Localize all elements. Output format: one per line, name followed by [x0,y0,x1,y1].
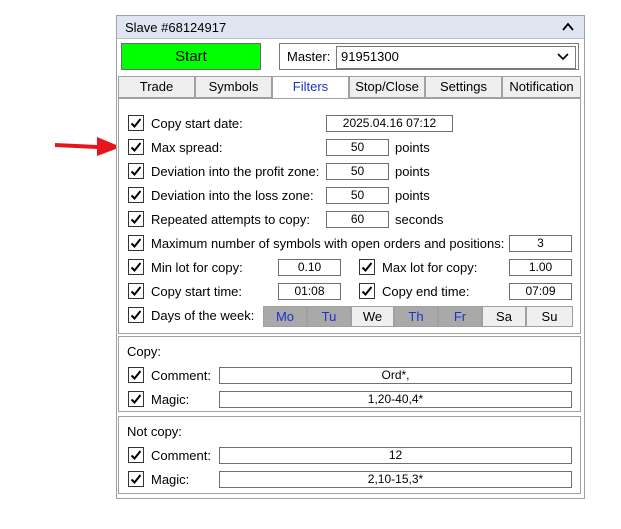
not-copy-header: Not copy: [127,424,182,439]
repeated-attempts-unit: seconds [395,212,444,227]
tab-symbols[interactable]: Symbols [195,76,272,98]
repeated-attempts-label: Repeated attempts to copy: [151,212,310,227]
copy-start-time-field[interactable]: 01:08 [278,283,341,300]
max-spread-field[interactable]: 50 [326,139,389,156]
day-sa-button[interactable]: Sa [482,306,526,327]
deviation-profit-label: Deviation into the profit zone: [151,164,320,179]
max-spread-checkbox[interactable] [128,139,144,155]
repeated-attempts-field[interactable]: 60 [326,211,389,228]
day-fr-button[interactable]: Fr [438,306,482,327]
deviation-loss-label: Deviation into the loss zone: [151,188,314,203]
copy-comment-field[interactable]: Ord*, [219,367,572,384]
max-lot-field[interactable]: 1.00 [509,259,572,276]
tab-notification[interactable]: Notification [502,76,581,98]
copy-start-date-checkbox[interactable] [128,115,144,131]
copy-magic-checkbox[interactable] [128,391,144,407]
max-spread-unit: points [395,140,430,155]
day-th-button[interactable]: Th [394,306,438,327]
copy-end-time-field[interactable]: 07:09 [509,283,572,300]
max-lot-checkbox[interactable] [359,259,375,275]
day-su-button[interactable]: Su [526,306,573,327]
deviation-profit-checkbox[interactable] [128,163,144,179]
deviation-loss-unit: points [395,188,430,203]
day-mo-button[interactable]: Mo [263,306,307,327]
copy-header: Copy: [127,344,161,359]
copy-end-time-checkbox[interactable] [359,283,375,299]
not-copy-magic-checkbox[interactable] [128,471,144,487]
days-of-week-label: Days of the week: [151,308,255,323]
days-of-week-checkbox[interactable] [128,307,144,323]
tab-stop-close[interactable]: Stop/Close [349,76,425,98]
copy-comment-checkbox[interactable] [128,367,144,383]
not-copy-magic-field[interactable]: 2,10-15,3* [219,471,572,488]
day-tu-button[interactable]: Tu [307,306,351,327]
min-lot-field[interactable]: 0.10 [278,259,341,276]
deviation-profit-field[interactable]: 50 [326,163,389,180]
copy-magic-label: Magic: [151,392,190,407]
copy-start-time-checkbox[interactable] [128,283,144,299]
not-copy-magic-label: Magic: [151,472,190,487]
max-lot-label: Max lot for copy: [382,260,478,275]
copy-start-time-label: Copy start time: [151,284,243,299]
collapse-chevron-icon[interactable] [560,20,576,34]
deviation-loss-field[interactable]: 50 [326,187,389,204]
window-title: Slave #68124917 [125,20,227,35]
master-value: 91951300 [341,49,399,64]
copy-magic-field[interactable]: 1,20-40,4* [219,391,572,408]
max-symbols-checkbox[interactable] [128,235,144,251]
tab-settings[interactable]: Settings [425,76,502,98]
not-copy-comment-checkbox[interactable] [128,447,144,463]
deviation-loss-checkbox[interactable] [128,187,144,203]
min-lot-checkbox[interactable] [128,259,144,275]
not-copy-comment-label: Comment: [151,448,211,463]
tab-filters[interactable]: Filters [272,76,349,99]
tab-trade[interactable]: Trade [118,76,195,98]
start-button[interactable]: Start [121,43,261,70]
master-select[interactable]: 91951300 [336,46,576,69]
chevron-down-icon [557,53,569,61]
tab-bar: Trade Symbols Filters Stop/Close Setting… [118,76,581,99]
repeated-attempts-checkbox[interactable] [128,211,144,227]
title-bar: Slave #68124917 [117,16,584,39]
deviation-profit-unit: points [395,164,430,179]
master-label: Master: [287,49,331,64]
not-copy-comment-field[interactable]: 12 [219,447,572,464]
copy-start-date-label: Copy start date: [151,116,243,131]
min-lot-label: Min lot for copy: [151,260,243,275]
copy-end-time-label: Copy end time: [382,284,470,299]
copy-comment-label: Comment: [151,368,211,383]
copy-start-date-field[interactable]: 2025.04.16 07:12 [326,115,453,132]
day-we-button[interactable]: We [351,306,394,327]
max-spread-label: Max spread: [151,140,223,155]
red-arrow-icon [55,137,121,156]
master-group: Master: 91951300 [279,43,579,70]
max-symbols-label: Maximum number of symbols with open orde… [151,236,505,251]
max-symbols-field[interactable]: 3 [509,235,572,252]
